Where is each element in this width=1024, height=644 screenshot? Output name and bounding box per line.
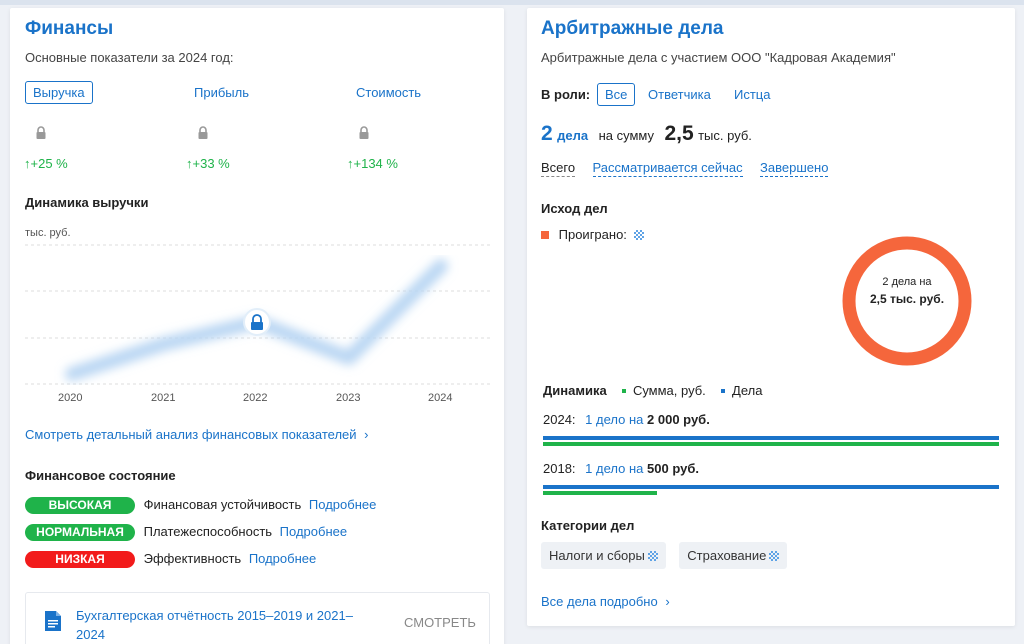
lock-icon [198, 126, 208, 139]
categories-title: Категории дел [541, 518, 635, 533]
donut-line2: 2,5 тыс. руб. [869, 292, 945, 306]
filter-finished[interactable]: Завершено [760, 160, 829, 177]
legend-swatch [541, 231, 549, 239]
report-box[interactable]: Бухгалтерская отчётность 2015–2019 и 202… [25, 592, 490, 644]
revenue-dynamics-title: Динамика выручки [25, 195, 149, 210]
status-badge-high: ВЫСОКАЯ [25, 497, 135, 514]
revenue-change: ↑+25 % [24, 156, 68, 171]
x-tick: 2024 [428, 392, 453, 404]
category-chip[interactable]: Страхование [679, 542, 788, 569]
report-title[interactable]: Бухгалтерская отчётность 2015–2019 и 202… [76, 606, 376, 644]
categories-list: Налоги и сборы Страхование [541, 542, 788, 569]
top-strip [0, 0, 1024, 5]
x-tick: 2020 [58, 392, 83, 404]
chevron-right-icon: › [364, 427, 369, 442]
x-tick: 2023 [336, 392, 361, 404]
case-filters: Всего Рассматривается сейчас Завершено [541, 159, 829, 177]
lock-icon [359, 126, 369, 139]
metric-tab-value[interactable]: Стоимость [356, 85, 421, 100]
dynamics-header: Динамика Сумма, руб. Дела [543, 383, 763, 398]
cases-count: 2 [541, 122, 553, 145]
status-badge-low: НИЗКАЯ [25, 551, 135, 568]
financial-state-title: Финансовое состояние [25, 468, 176, 483]
cases-summary: 2 дела на сумму 2,5 тыс. руб. [541, 122, 752, 145]
role-tab-defendant[interactable]: Ответчика [648, 87, 711, 102]
cases-bar-2024 [543, 436, 999, 440]
lock-icon [36, 126, 46, 139]
filter-pending[interactable]: Рассматривается сейчас [592, 160, 743, 177]
state-row: НОРМАЛЬНАЯ Платежеспособность Подробнее [25, 524, 347, 541]
state-row: НИЗКАЯ Эффективность Подробнее [25, 551, 316, 568]
arbitration-subtitle: Арбитражные дела с участием ООО "Кадрова… [541, 50, 896, 65]
chevron-right-icon: › [665, 594, 670, 609]
detail-analysis-link[interactable]: Смотреть детальный анализ финансовых пок… [25, 427, 369, 442]
x-tick: 2022 [243, 392, 268, 404]
outcome-title: Исход дел [541, 201, 608, 216]
state-row: ВЫСОКАЯ Финансовая устойчивость Подробне… [25, 497, 376, 514]
role-label: В роли: [541, 87, 591, 102]
finances-card: Финансы Основные показатели за 2024 год:… [10, 8, 504, 644]
hidden-value-icon [633, 230, 644, 240]
role-tab-all[interactable]: Все [597, 83, 636, 106]
details-link[interactable]: Подробнее [249, 551, 316, 566]
sum-bar-2024 [543, 442, 999, 446]
sum-value: 2,5 [664, 122, 694, 145]
legend-dot-green [622, 389, 627, 393]
details-link[interactable]: Подробнее [280, 524, 347, 539]
filter-all[interactable]: Всего [541, 160, 576, 177]
arbitration-title: Арбитражные дела [541, 18, 724, 39]
legend-dot-blue [721, 389, 726, 393]
arbitration-card: Арбитражные дела Арбитражные дела с учас… [527, 8, 1015, 626]
status-badge-normal: НОРМАЛЬНАЯ [25, 524, 135, 541]
dynamics-row-2018: 2018: 1 дело на 500 руб. [543, 461, 699, 476]
donut-line1: 2 дела на [882, 276, 932, 288]
view-report-button[interactable]: СМОТРЕТЬ [404, 615, 476, 630]
dynamics-row-2024: 2024: 1 дело на 2 000 руб. [543, 412, 710, 427]
hidden-value-icon [647, 551, 658, 561]
finances-subtitle: Основные показатели за 2024 год: [25, 50, 234, 65]
revenue-chart [25, 244, 491, 385]
profit-change: ↑+33 % [186, 156, 230, 171]
sum-bar-2018 [543, 491, 657, 495]
document-icon [45, 611, 61, 631]
all-cases-link[interactable]: Все дела подробно › [541, 594, 670, 609]
finances-title: Финансы [25, 18, 114, 39]
role-tab-plaintiff[interactable]: Истца [734, 87, 770, 102]
x-tick: 2021 [151, 392, 176, 404]
cases-link[interactable]: 1 дело [585, 412, 625, 427]
cases-bar-2018 [543, 485, 999, 489]
value-change: ↑+134 % [347, 156, 398, 171]
hidden-value-icon [769, 551, 780, 561]
cases-link[interactable]: 1 дело [585, 461, 625, 476]
metric-tab-profit[interactable]: Прибыль [194, 85, 249, 100]
details-link[interactable]: Подробнее [309, 497, 376, 512]
category-chip[interactable]: Налоги и сборы [541, 542, 666, 569]
metric-tab-revenue[interactable]: Выручка [25, 81, 93, 104]
outcome-legend: Проиграно: [541, 227, 644, 242]
